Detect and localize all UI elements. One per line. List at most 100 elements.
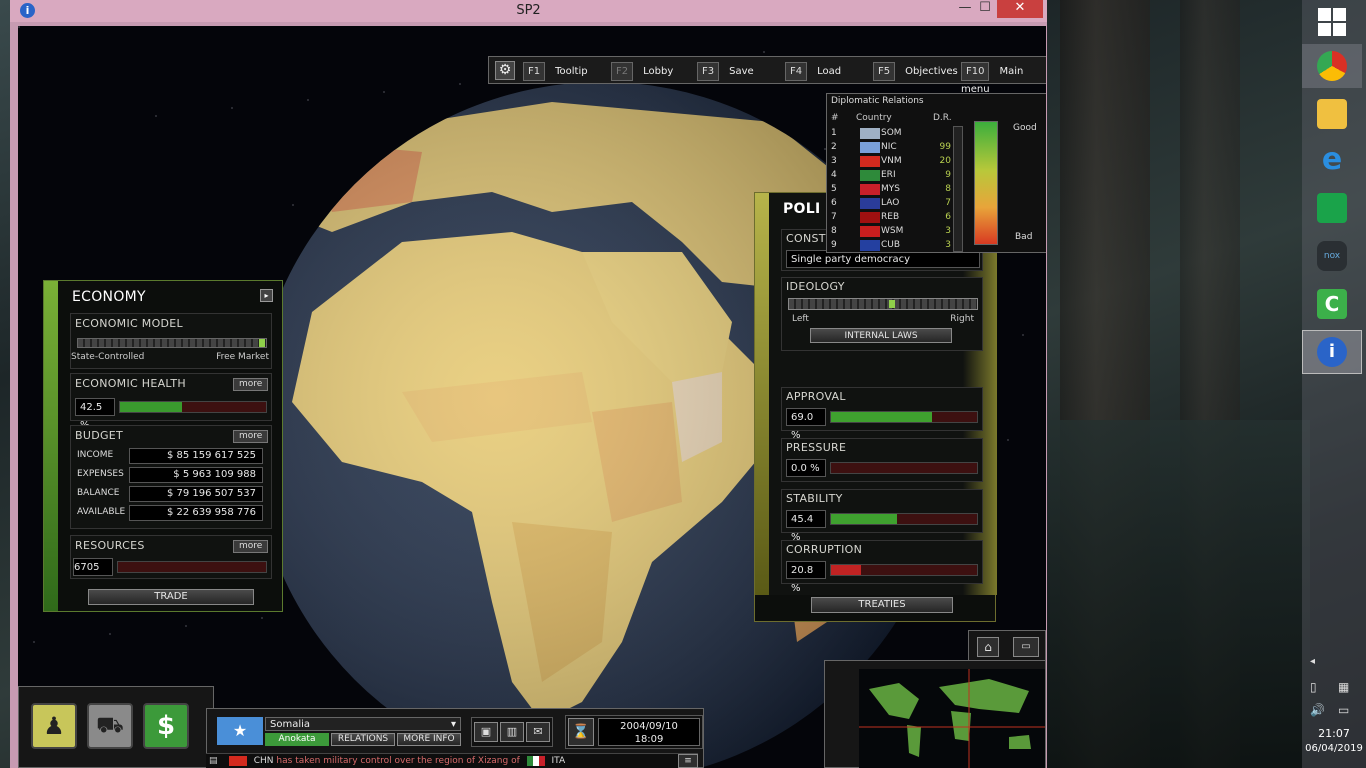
game-clock: 2004/09/10 18:09 xyxy=(598,718,700,746)
fkey-load-button[interactable]: F4 Load xyxy=(785,62,841,81)
camtasia-taskbar-button[interactable]: C xyxy=(1302,282,1362,326)
volume-icon[interactable]: 🔊 xyxy=(1310,703,1325,717)
economy-panel: ECONOMY ▸ ECONOMIC MODEL State-Controlle… xyxy=(43,280,283,612)
fkey-main-menu-button[interactable]: F10 Main menu xyxy=(961,62,1046,95)
politics-mode-icon[interactable]: ♟ xyxy=(31,703,77,749)
row-dr: 6 xyxy=(945,212,951,222)
row-number: 4 xyxy=(831,170,837,180)
hourglass-icon[interactable]: ⌛ xyxy=(568,718,594,746)
treaties-button[interactable]: TREATIES xyxy=(811,597,953,613)
row-country: NIC xyxy=(881,142,897,152)
game-viewport[interactable]: ⚙ F1 Tooltip F2 Lobby F3 Save F4 Load F5 Objectiv… xyxy=(18,26,1046,768)
budget-item-value: $ 22 639 958 776 xyxy=(129,505,263,521)
fkey-tooltip-button[interactable]: F1 Tooltip xyxy=(523,62,588,81)
star xyxy=(1022,334,1024,336)
mail-icon[interactable]: ✉ xyxy=(526,722,550,742)
trade-button[interactable]: TRADE xyxy=(88,589,254,605)
fkey-label: F1 xyxy=(523,62,546,81)
fkey-lobby-button[interactable]: F2 Lobby xyxy=(611,62,674,81)
resources-more-button[interactable]: more xyxy=(233,540,269,553)
star xyxy=(307,99,309,101)
state-controlled-label: State-Controlled xyxy=(71,352,145,362)
sp2-taskbar-button[interactable]: i xyxy=(1302,330,1362,374)
approval-bar xyxy=(830,411,978,423)
window-title: SP2 xyxy=(516,3,541,18)
folder-icon xyxy=(1317,99,1347,129)
economic-model-slider[interactable] xyxy=(77,338,267,348)
stability-label: STABILITY xyxy=(786,492,843,505)
budget-item-value: $ 85 159 617 525 xyxy=(129,448,263,464)
game-time: 18:09 xyxy=(634,734,664,745)
chart-icon[interactable]: ▥ xyxy=(500,722,524,742)
fkey-label: F5 xyxy=(873,62,896,81)
slider-knob[interactable] xyxy=(889,300,896,308)
unit-icon[interactable]: ▭ xyxy=(1013,637,1039,657)
row-country: VNM xyxy=(881,156,902,166)
row-country: ERI xyxy=(881,170,896,180)
more-info-button[interactable]: MORE INFO xyxy=(397,733,461,746)
chrome-taskbar-button[interactable] xyxy=(1302,44,1362,88)
tray-expand-icon[interactable]: ◂ xyxy=(1310,656,1315,667)
ie-taskbar-button[interactable]: e xyxy=(1302,138,1362,182)
budget-item-value: $ 5 963 109 988 xyxy=(129,467,263,483)
country-selector[interactable]: Somalia ▾ xyxy=(265,717,461,731)
fkey-label: F3 xyxy=(697,62,720,81)
newspaper-icon: ▤ xyxy=(209,756,218,766)
pressure-value: 0.0 % xyxy=(786,459,826,477)
economic-health-value: 42.5 % xyxy=(75,398,115,431)
budget-item-value: $ 79 196 507 537 xyxy=(129,486,263,502)
ideology-label: IDEOLOGY xyxy=(786,280,845,293)
fkey-label: F2 xyxy=(611,62,634,81)
home-icon[interactable]: ⌂ xyxy=(977,637,999,657)
relations-button[interactable]: RELATIONS xyxy=(331,733,395,746)
military-mode-icon[interactable]: ⛟ xyxy=(87,703,133,749)
computer-icon[interactable]: ▣ xyxy=(474,722,498,742)
ticker-text: has taken military control over the regi… xyxy=(276,756,520,766)
fkey-save-button[interactable]: F3 Save xyxy=(697,62,754,81)
economic-health-more-button[interactable]: more xyxy=(233,378,269,391)
row-number: 6 xyxy=(831,198,837,208)
network-icon[interactable]: ▦ xyxy=(1338,680,1349,694)
star xyxy=(763,51,765,53)
ideology-slider[interactable] xyxy=(788,298,978,310)
gear-icon[interactable]: ⚙ xyxy=(495,61,515,80)
row-dr: 20 xyxy=(939,156,951,166)
window-titlebar[interactable]: i SP2 — ☐ ✕ xyxy=(10,0,1047,22)
internal-laws-button[interactable]: INTERNAL LAWS xyxy=(810,328,952,343)
expand-icon[interactable]: ▸ xyxy=(260,289,273,302)
start-windows-icon[interactable] xyxy=(1318,8,1346,36)
diplo-scrollbar[interactable] xyxy=(953,126,963,252)
row-dr: 8 xyxy=(945,184,951,194)
budget-item-label: BALANCE xyxy=(77,488,120,498)
star xyxy=(18,26,20,28)
power-icon[interactable]: ▯ xyxy=(1310,680,1317,694)
pressure-box: PRESSURE 0.0 % xyxy=(781,438,983,482)
minimap[interactable] xyxy=(859,669,1045,768)
explorer-taskbar-button[interactable] xyxy=(1302,92,1362,136)
clock-time[interactable]: 21:07 xyxy=(1302,727,1366,740)
row-number: 8 xyxy=(831,226,837,236)
notification-icon[interactable]: ▭ xyxy=(1338,703,1349,717)
col-country: Country xyxy=(856,113,892,123)
resources-value: 6705 xyxy=(73,558,113,576)
slider-knob[interactable] xyxy=(259,339,265,347)
maximize-button[interactable]: ☐ xyxy=(972,0,998,18)
row-number: 9 xyxy=(831,240,837,250)
budget-more-button[interactable]: more xyxy=(233,430,269,443)
store-taskbar-button[interactable] xyxy=(1302,186,1362,230)
star xyxy=(1007,439,1009,441)
corruption-value: 20.8 % xyxy=(786,561,826,594)
list-icon[interactable]: ≡ xyxy=(678,754,698,768)
fkey-objectives-button[interactable]: F5 Objectives xyxy=(873,62,958,81)
close-button[interactable]: ✕ xyxy=(997,0,1043,18)
relations-gradient xyxy=(974,121,998,245)
approval-label: APPROVAL xyxy=(786,390,846,403)
economic-model-box: ECONOMIC MODEL State-Controlled Free Mar… xyxy=(70,313,272,369)
nox-taskbar-button[interactable]: nox xyxy=(1302,234,1362,278)
ticker-country: CHN xyxy=(253,756,274,766)
clock-date[interactable]: 06/04/2019 xyxy=(1302,743,1366,754)
fkey-action: Lobby xyxy=(643,66,674,77)
economy-mode-icon[interactable]: $ xyxy=(143,703,189,749)
news-ticker[interactable]: ▤ CHN has taken military control over th… xyxy=(206,753,698,768)
fkey-action: Tooltip xyxy=(555,66,588,77)
